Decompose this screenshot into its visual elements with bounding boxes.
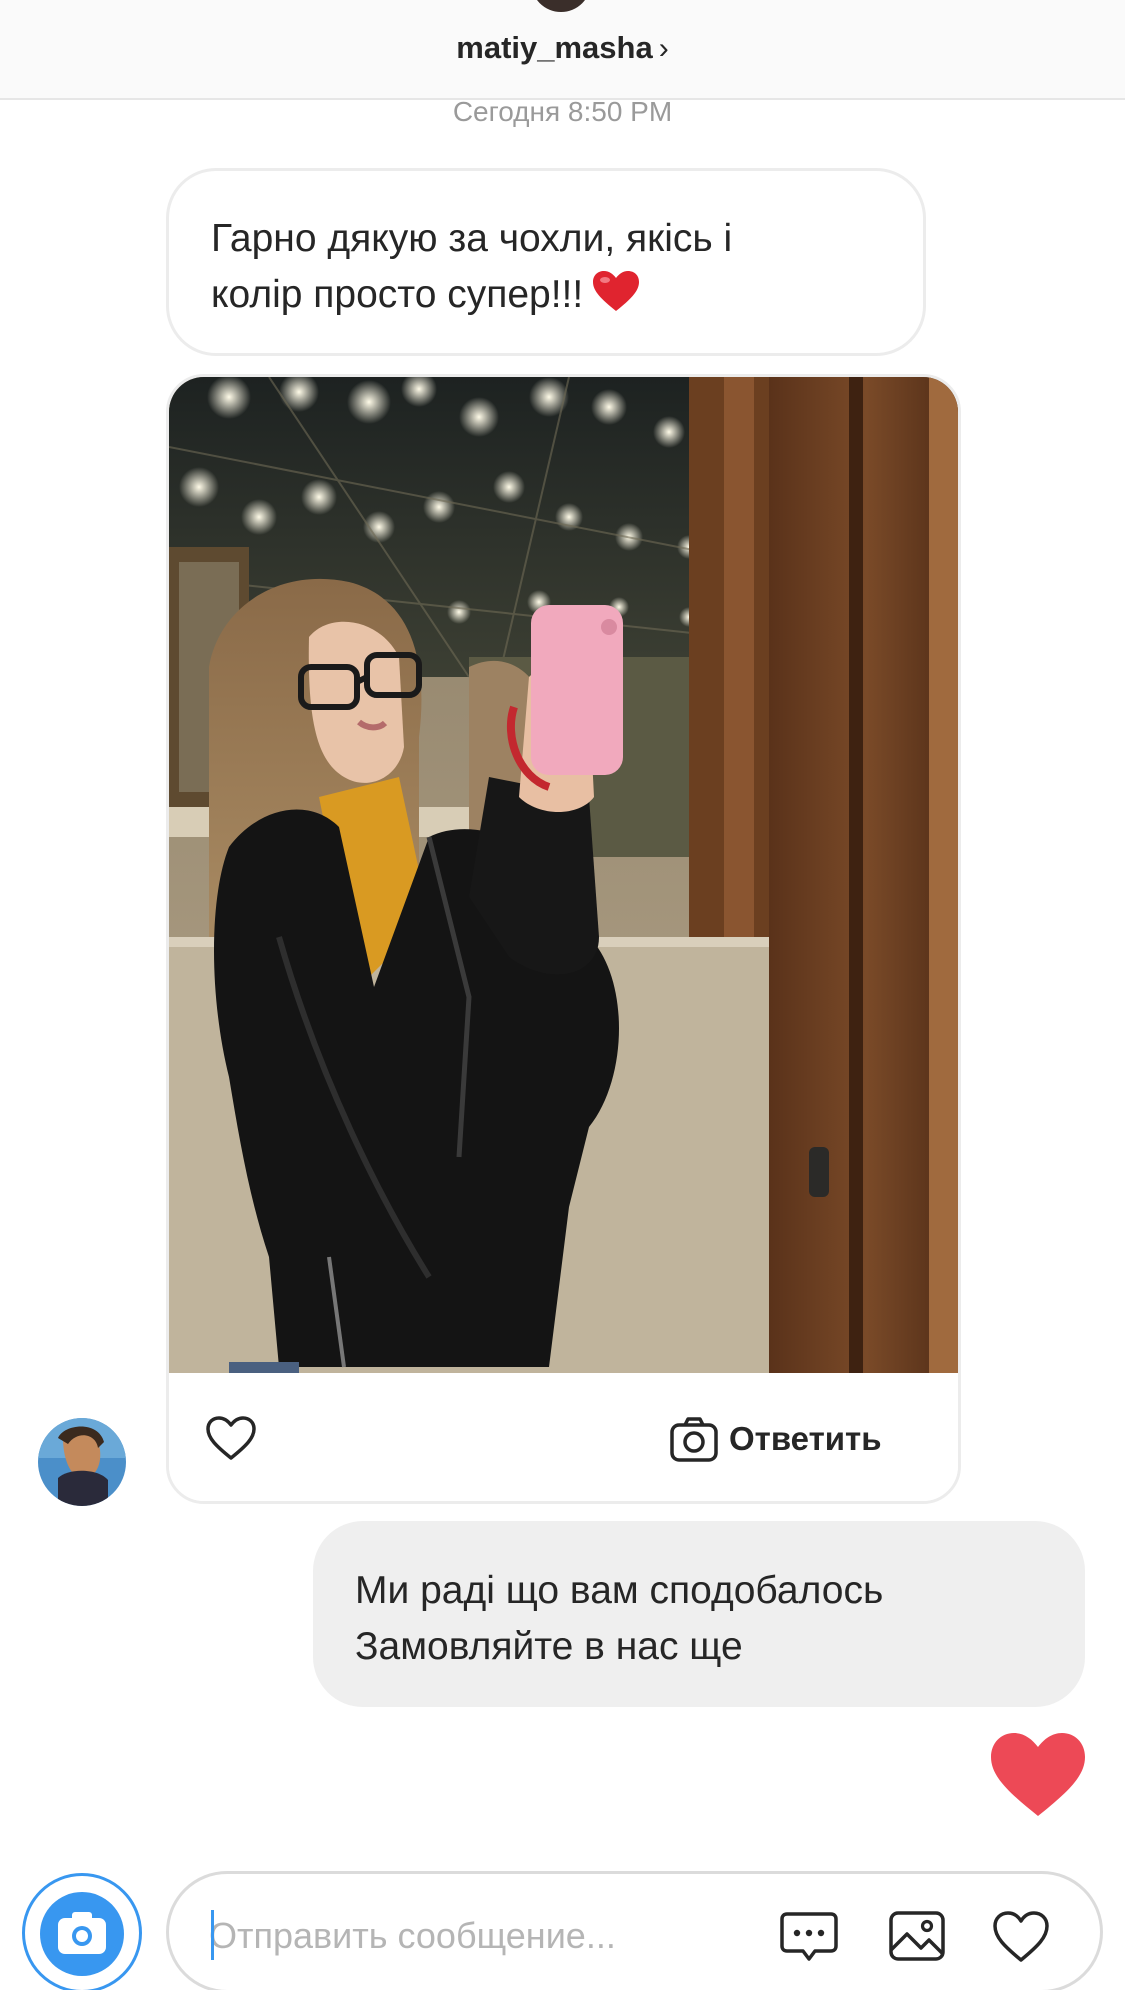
shared-post-card[interactable]: Ответить (166, 374, 961, 1504)
avatar-image (38, 1418, 126, 1506)
heart-outline-icon[interactable] (205, 1415, 257, 1461)
sent-message-line-2: Замовляйте в нас ще (355, 1625, 743, 1668)
post-photo[interactable] (169, 377, 961, 1373)
camera-icon (58, 1912, 106, 1954)
header-title[interactable]: matiy_masha › (0, 30, 1125, 66)
message-timestamp: Сегодня 8:50 PM (452, 96, 673, 127)
heart-outline-icon[interactable] (991, 1908, 1051, 1964)
sticker-chat-icon[interactable] (779, 1908, 839, 1964)
post-footer: Ответить (169, 1373, 958, 1501)
chevron-right-icon[interactable]: › (659, 32, 669, 65)
reply-label: Ответить (729, 1420, 882, 1457)
sender-avatar[interactable] (38, 1418, 126, 1506)
text-caret (211, 1910, 214, 1960)
camera-button[interactable] (22, 1873, 142, 1990)
gallery-icon[interactable] (887, 1908, 947, 1964)
sent-message-bubble[interactable]: Ми раді що вам сподобалось Замовляйте в … (313, 1521, 1085, 1707)
received-message-line-2: колір просто супер!!! (211, 267, 883, 329)
message-input[interactable] (209, 1914, 679, 1958)
red-heart-icon[interactable] (988, 1730, 1088, 1820)
reply-button[interactable]: Ответить (669, 1413, 882, 1465)
camera-button-fill (40, 1892, 124, 1976)
heart-emoji-icon (591, 269, 641, 329)
chat-header: matiy_masha › (0, 0, 1125, 100)
received-message-line: Гарно дякую за чохли, якісь і (211, 217, 733, 260)
sent-message-line: Ми раді що вам сподобалось (355, 1569, 884, 1612)
message-composer (166, 1871, 1103, 1990)
camera-icon (670, 1417, 718, 1462)
received-message-text: колір просто супер!!! (211, 273, 584, 316)
username-label[interactable]: matiy_masha (456, 30, 652, 65)
received-message-bubble[interactable]: Гарно дякую за чохли, якісь і колір прос… (166, 168, 926, 356)
header-avatar[interactable] (531, 0, 591, 12)
